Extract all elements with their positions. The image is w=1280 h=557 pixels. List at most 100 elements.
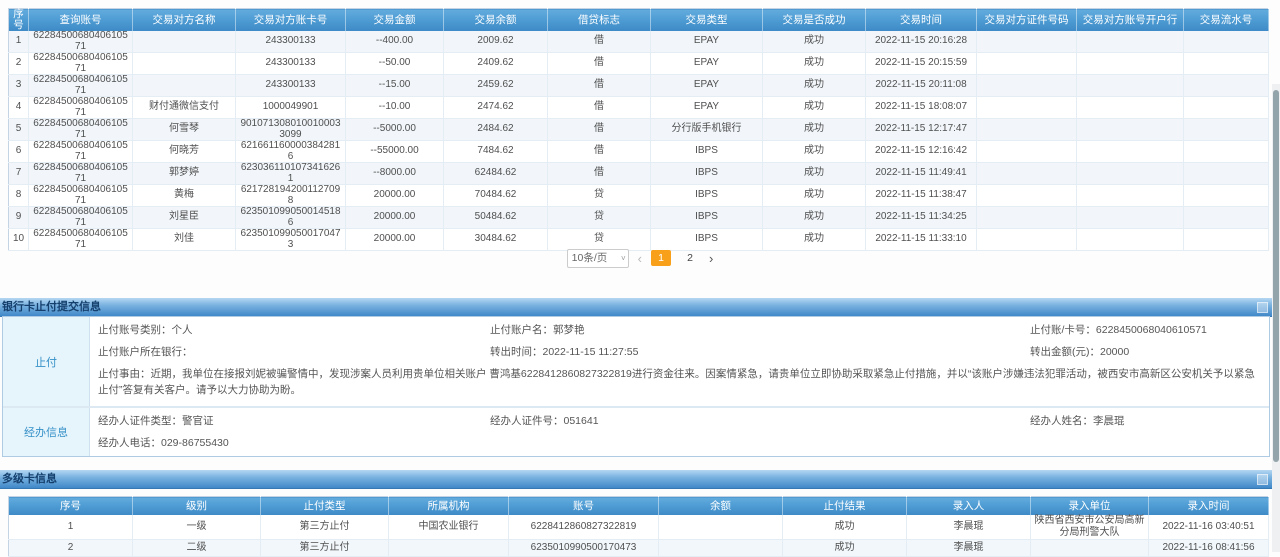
- column-header: 录入时间: [1149, 497, 1269, 516]
- cell-amount: --10.00: [346, 97, 444, 119]
- cell-counterparty: 刘星臣: [133, 207, 236, 229]
- cell-serial: [1184, 207, 1269, 229]
- column-header: 录入人: [907, 497, 1031, 516]
- cell-amount: 20000.00: [346, 207, 444, 229]
- cell-card: 6217281942001127098: [236, 185, 346, 207]
- multi-card-header-row: 序号级别止付类型所属机构账号余额止付结果录入人录入单位录入时间: [9, 497, 1269, 516]
- cell-amount: --50.00: [346, 53, 444, 75]
- stop-payment-content: 止付账号类别：个人 止付账户名：郭梦艳 止付账/卡号：6228450068040…: [90, 317, 1269, 406]
- page-2-button[interactable]: 2: [680, 250, 700, 266]
- cell-bank: [1077, 185, 1184, 207]
- cell-time: 2022-11-15 11:34:25: [866, 207, 977, 229]
- cell-org: [389, 540, 509, 557]
- cell-serial: [1184, 31, 1269, 53]
- field-account-bank: 止付账户所在银行：: [98, 341, 490, 363]
- cell-success: 成功: [763, 75, 866, 97]
- collapse-icon[interactable]: [1257, 302, 1268, 313]
- cell-account: 6228450068040610571: [29, 53, 133, 75]
- next-page-button[interactable]: ›: [709, 250, 713, 267]
- cell-success: 成功: [763, 31, 866, 53]
- table-row: 26228450068040610571243300133--50.002409…: [9, 53, 1269, 75]
- field-handler-cert-no: 经办人证件号：051641: [490, 410, 1030, 432]
- cell-level: 一级: [133, 515, 261, 540]
- cell-success: 成功: [763, 163, 866, 185]
- cell-balance: [659, 540, 783, 557]
- cell-stop_type: 第三方止付: [261, 540, 389, 557]
- cell-cert: [977, 53, 1077, 75]
- multi-card-body: 1一级第三方止付中国农业银行6228412860827322819成功李晨琨陕西…: [9, 515, 1269, 557]
- cell-time: 2022-11-15 11:38:47: [866, 185, 977, 207]
- cell-entered_by: 李晨琨: [907, 515, 1031, 540]
- cell-balance: [659, 515, 783, 540]
- cell-cert: [977, 163, 1077, 185]
- cell-type: IBPS: [651, 207, 763, 229]
- handler-info-label: 经办信息: [3, 408, 90, 456]
- column-header: 级别: [133, 497, 261, 516]
- stop-payment-info-box: 止付 止付账号类别：个人 止付账户名：郭梦艳 止付账/卡号：6228450068…: [2, 316, 1270, 457]
- cell-account: 6228412860827322819: [509, 515, 659, 540]
- handler-info-row: 经办信息 经办人证件类型：警官证 经办人证件号：051641 经办人姓名：李晨琨…: [3, 406, 1269, 456]
- field-account-name: 止付账户名：郭梦艳: [490, 319, 1030, 341]
- cell-card: 243300133: [236, 53, 346, 75]
- cell-seq: 1: [9, 31, 29, 53]
- cell-org: 中国农业银行: [389, 515, 509, 540]
- scrollbar-thumb[interactable]: [1273, 90, 1279, 462]
- cell-success: 成功: [763, 185, 866, 207]
- cell-balance: 7484.62: [444, 141, 548, 163]
- column-header: 交易对方名称: [133, 9, 236, 32]
- table-row: 1一级第三方止付中国农业银行6228412860827322819成功李晨琨陕西…: [9, 515, 1269, 540]
- multi-card-section-title: 多级卡信息: [0, 470, 1274, 489]
- cell-type: IBPS: [651, 141, 763, 163]
- cell-account: 6228450068040610571: [29, 185, 133, 207]
- cell-entry_org: 陕西省西安市公安局高新分局刑警大队: [1031, 515, 1149, 540]
- column-header: 录入单位: [1031, 497, 1149, 516]
- cell-entry_org: [1031, 540, 1149, 557]
- vertical-scrollbar[interactable]: [1272, 84, 1280, 552]
- column-header: 交易金额: [346, 9, 444, 32]
- table-row: 86228450068040610571黄梅621728194200112709…: [9, 185, 1269, 207]
- cell-seq: 2: [9, 540, 133, 557]
- cell-card: 243300133: [236, 31, 346, 53]
- cell-bank: [1077, 207, 1184, 229]
- column-header: 交易类型: [651, 9, 763, 32]
- cell-entry_time: 2022-11-16 08:41:56: [1149, 540, 1269, 557]
- cell-counterparty: 郭梦婷: [133, 163, 236, 185]
- cell-card: 6216611600003842816: [236, 141, 346, 163]
- collapse-icon[interactable]: [1257, 474, 1268, 485]
- column-header: 交易时间: [866, 9, 977, 32]
- cell-serial: [1184, 97, 1269, 119]
- transactions-body: 16228450068040610571243300133--400.00200…: [9, 31, 1269, 251]
- cell-seq: 9: [9, 207, 29, 229]
- cell-serial: [1184, 75, 1269, 97]
- cell-serial: [1184, 119, 1269, 141]
- cell-amount: 20000.00: [346, 185, 444, 207]
- field-transfer-time: 转出时间：2022-11-15 11:27:55: [490, 341, 1030, 363]
- cell-counterparty: [133, 31, 236, 53]
- cell-amount: --8000.00: [346, 163, 444, 185]
- cell-counterparty: 何晓芳: [133, 141, 236, 163]
- column-header: 交易对方账卡号: [236, 9, 346, 32]
- cell-amount: --55000.00: [346, 141, 444, 163]
- multi-card-table: 序号级别止付类型所属机构账号余额止付结果录入人录入单位录入时间 1一级第三方止付…: [8, 496, 1268, 557]
- prev-page-button[interactable]: ‹: [638, 250, 642, 267]
- cell-time: 2022-11-15 11:49:41: [866, 163, 977, 185]
- cell-result: 成功: [783, 515, 907, 540]
- cell-card: 1000049901: [236, 97, 346, 119]
- cell-result: 成功: [783, 540, 907, 557]
- cell-account: 6228450068040610571: [29, 31, 133, 53]
- cell-bank: [1077, 141, 1184, 163]
- cell-account: 6228450068040610571: [29, 75, 133, 97]
- stop-payment-label: 止付: [3, 317, 90, 406]
- cell-entry_time: 2022-11-16 03:40:51: [1149, 515, 1269, 540]
- cell-type: EPAY: [651, 53, 763, 75]
- page-size-select[interactable]: 10条/页 ˅: [567, 249, 629, 268]
- cell-serial: [1184, 141, 1269, 163]
- page-1-button[interactable]: 1: [651, 250, 671, 266]
- cell-card: 243300133: [236, 75, 346, 97]
- cell-cert: [977, 207, 1077, 229]
- stop-payment-fields-row2: 止付账户所在银行： 转出时间：2022-11-15 11:27:55 转出金额(…: [90, 341, 1269, 363]
- cell-success: 成功: [763, 119, 866, 141]
- cell-account: 6228450068040610571: [29, 119, 133, 141]
- cell-balance: 2484.62: [444, 119, 548, 141]
- cell-cert: [977, 75, 1077, 97]
